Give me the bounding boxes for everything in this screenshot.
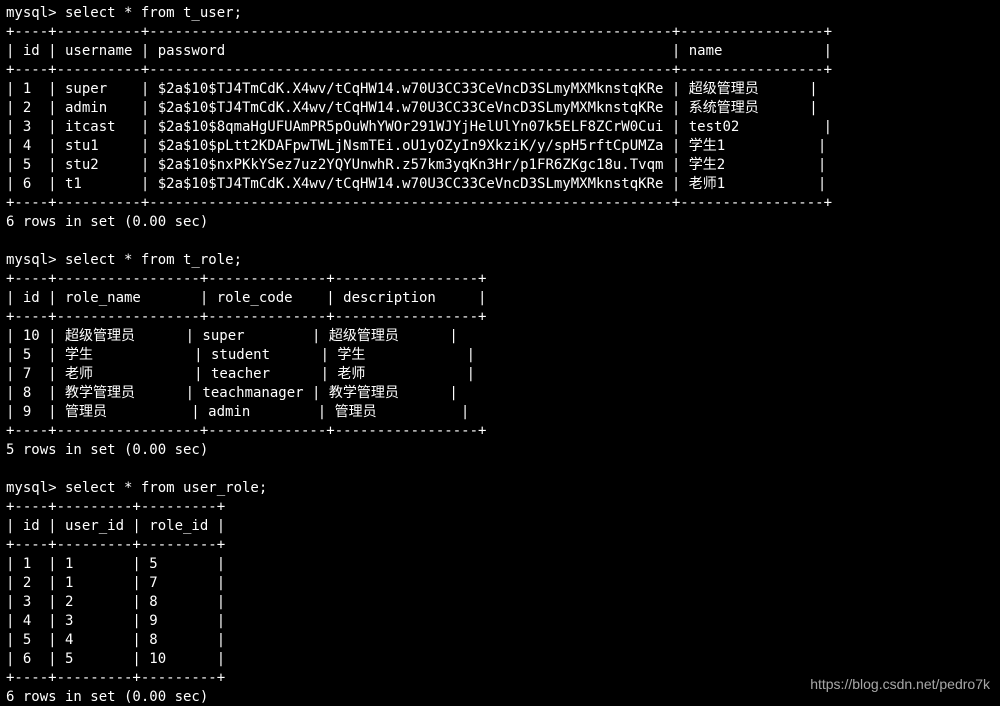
mysql-terminal[interactable]: mysql> select * from t_user; +----+-----… — [0, 0, 1000, 706]
watermark-url: https://blog.csdn.net/pedro7k — [810, 675, 990, 694]
